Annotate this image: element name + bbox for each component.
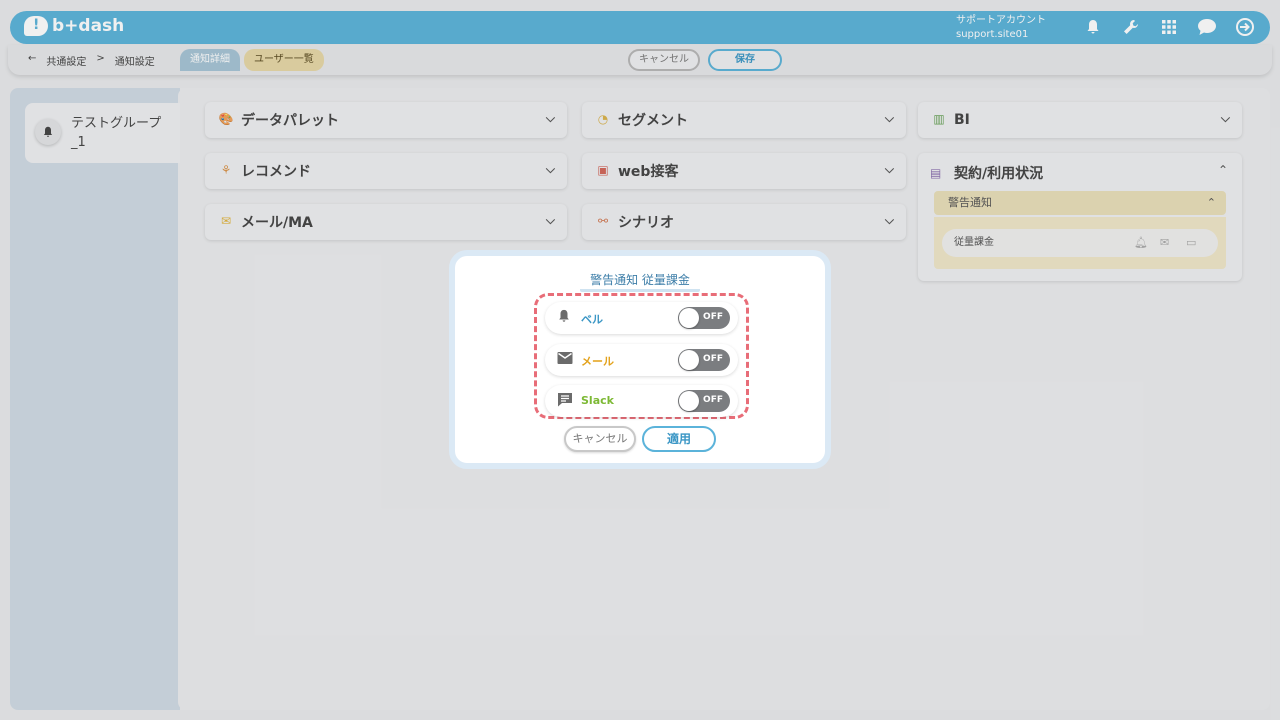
toggle-state: OFF [703, 312, 723, 322]
slack-icon [557, 392, 573, 411]
mail-channel-label: メール [581, 355, 614, 368]
modal-title: 警告通知 従量課金 [455, 271, 825, 292]
apply-button[interactable]: 適用 [642, 426, 716, 452]
mail-toggle[interactable]: OFF [678, 349, 730, 371]
bell-channel-label: ベル [581, 313, 603, 326]
mail-icon [557, 351, 573, 369]
toggle-knob [679, 350, 699, 370]
toggle-state: OFF [703, 395, 723, 405]
bell-icon [557, 309, 571, 327]
slack-channel-label: Slack [581, 394, 614, 407]
bell-toggle[interactable]: OFF [678, 307, 730, 329]
mail-channel-row: メール OFF [545, 344, 738, 376]
modal-cancel-button[interactable]: キャンセル [564, 426, 636, 452]
toggle-knob [679, 308, 699, 328]
slack-toggle[interactable]: OFF [678, 390, 730, 412]
slack-channel-row: Slack OFF [545, 385, 738, 417]
bell-channel-row: ベル OFF [545, 302, 738, 334]
toggle-state: OFF [703, 354, 723, 364]
toggle-knob [679, 391, 699, 411]
notification-modal: 警告通知 従量課金 ベル OFF メール OFF Slack OFF キャンセル… [449, 250, 831, 469]
channel-toggle-group: ベル OFF メール OFF Slack OFF [534, 293, 749, 419]
